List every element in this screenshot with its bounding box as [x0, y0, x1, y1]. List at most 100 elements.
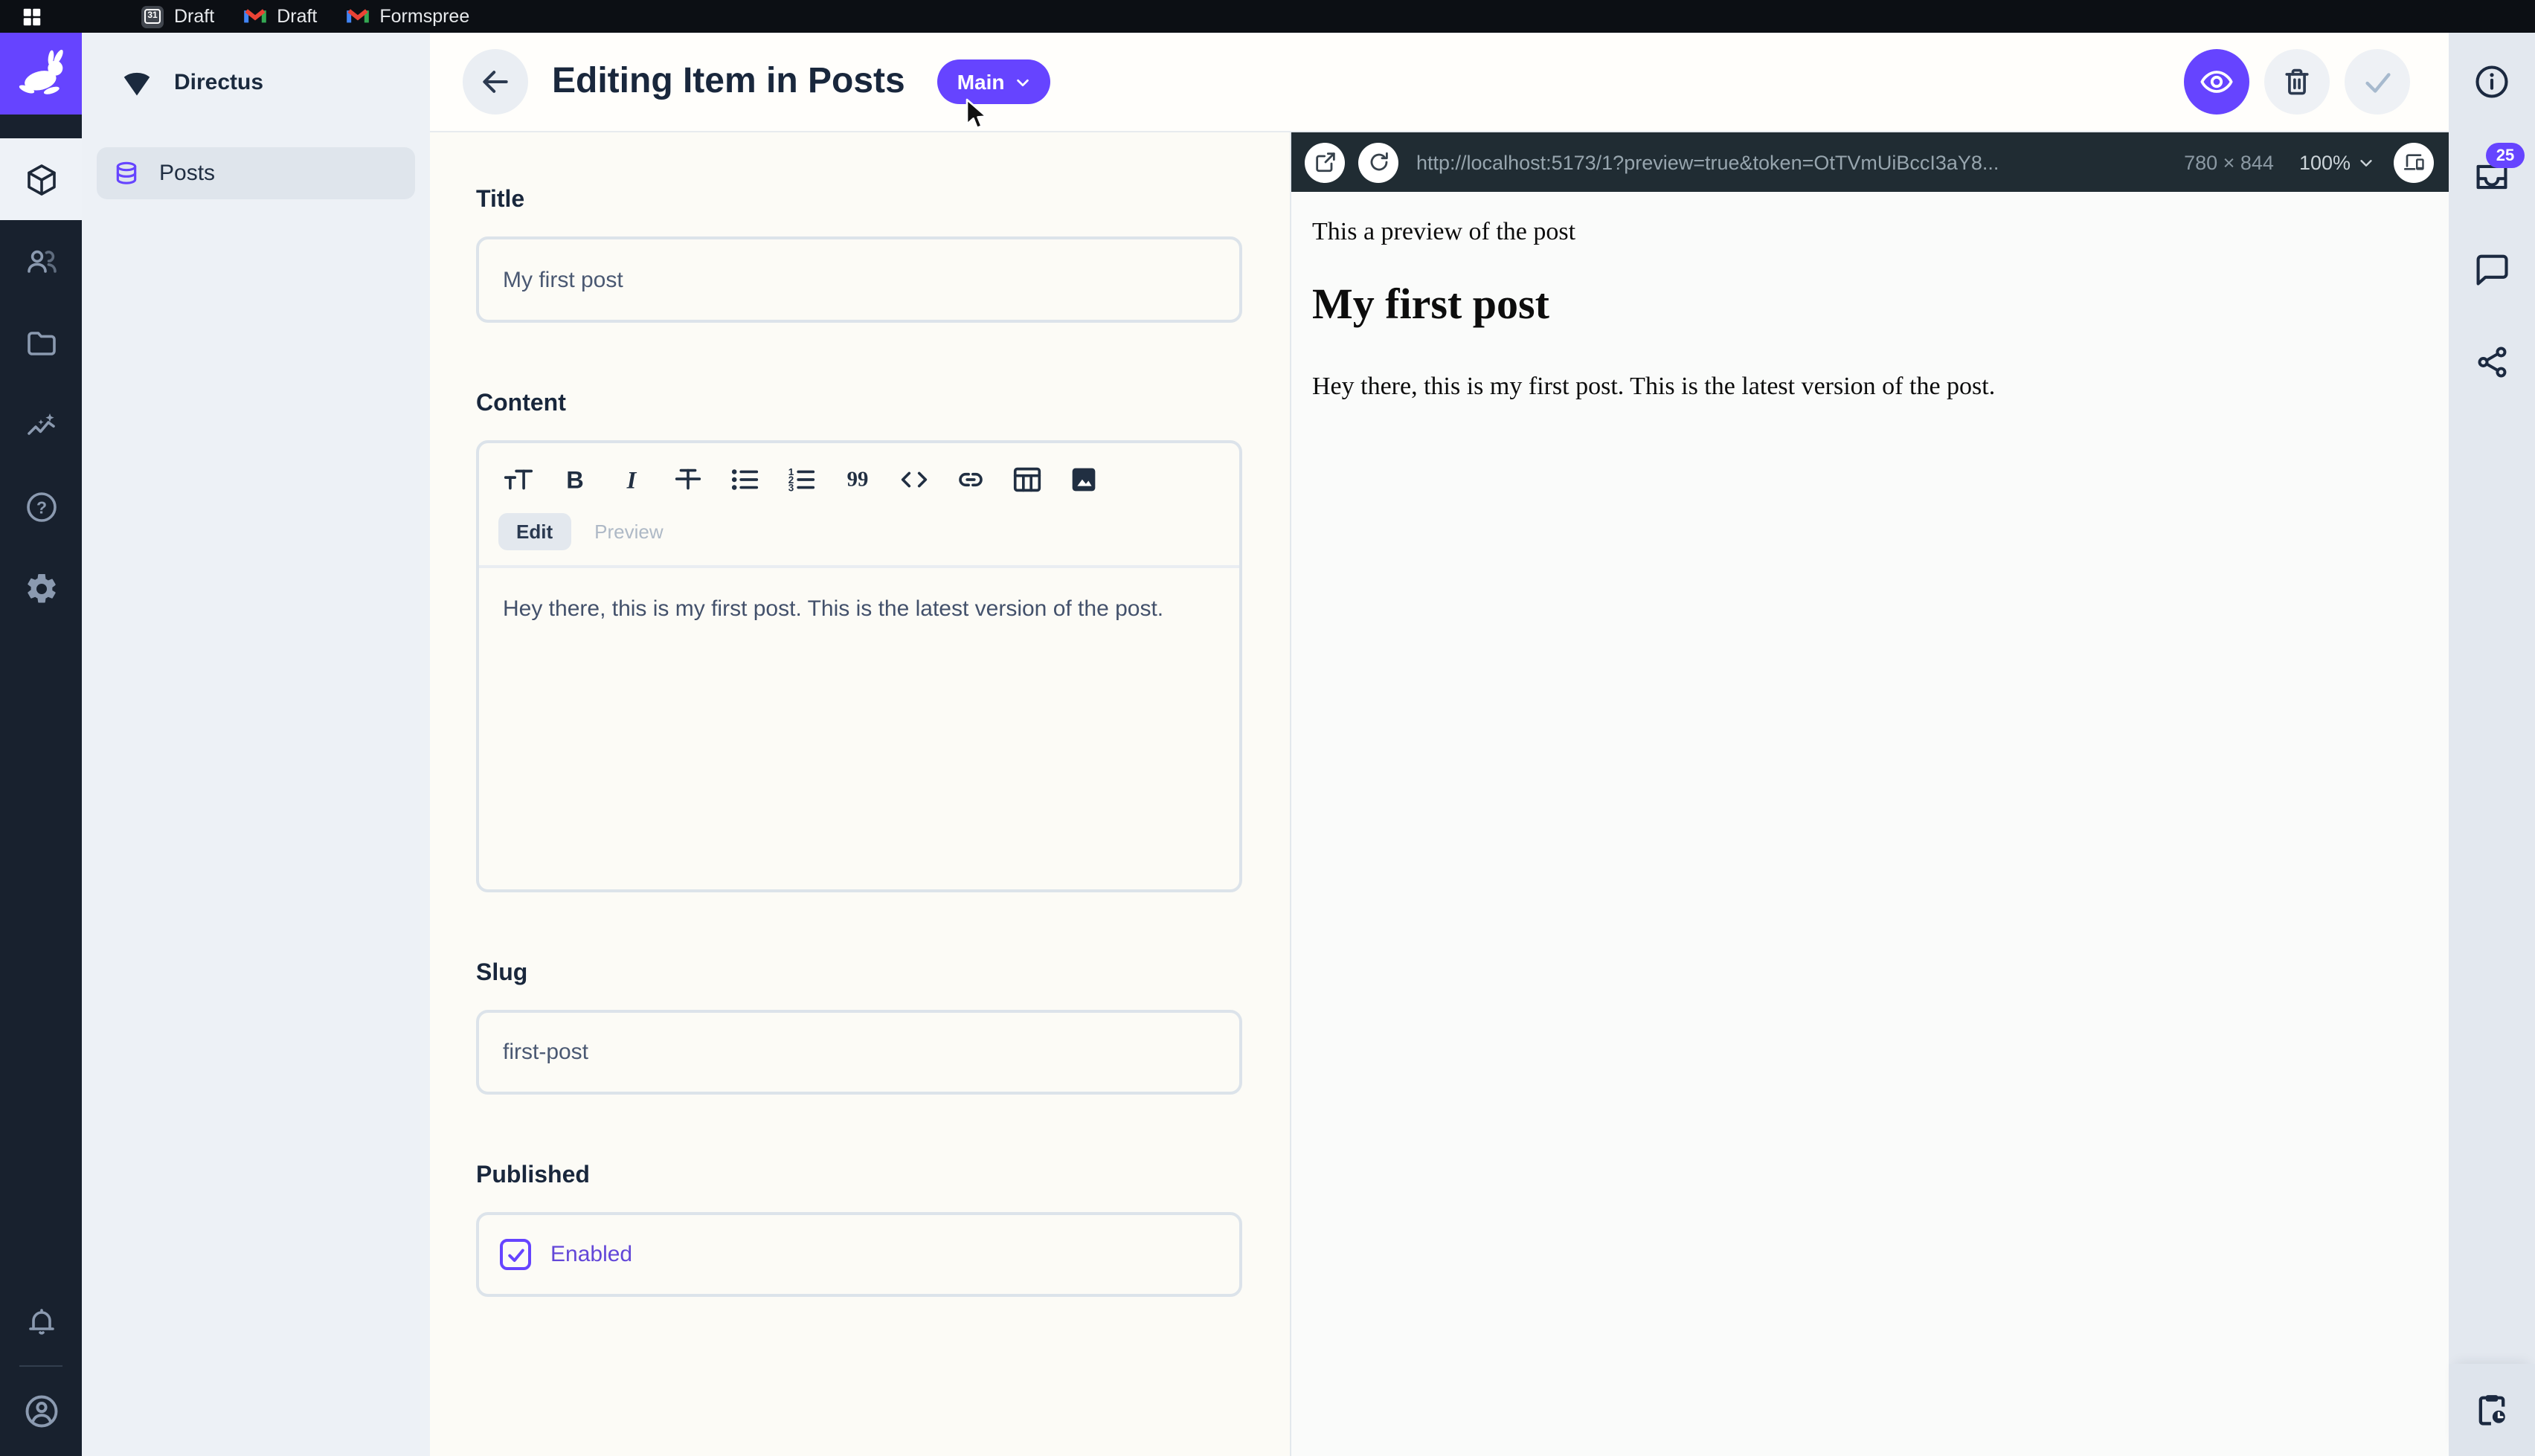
field-label: Content — [476, 391, 1242, 418]
browser-tab-draft-1[interactable]: 31 Draft — [141, 5, 214, 28]
user-menu-button[interactable] — [0, 1370, 82, 1452]
help-button[interactable]: ? — [0, 466, 82, 547]
field-published: Published Enabled — [476, 1163, 1242, 1297]
notifications-sidebar-button[interactable]: 25 — [2449, 131, 2535, 223]
content-module-icon — [23, 161, 59, 197]
back-button[interactable] — [463, 49, 528, 115]
preview-url[interactable]: http://localhost:5173/1?preview=true&tok… — [1416, 151, 2159, 173]
blockquote-icon[interactable]: 99 — [841, 463, 875, 497]
content-textarea[interactable]: Hey there, this is my first post. This i… — [479, 568, 1193, 889]
user-avatar-icon — [22, 1391, 60, 1430]
checkmark-icon — [505, 1244, 526, 1265]
slug-input[interactable]: first-post — [476, 1010, 1242, 1095]
svg-text:?: ? — [36, 497, 46, 516]
tab-grid-icon[interactable] — [21, 5, 43, 28]
directus-app-window: 31 Draft Draft Formspree — [0, 0, 2535, 1456]
clipboard-clock-icon — [2473, 1391, 2511, 1429]
item-edit-form: Title My first post Content B — [430, 132, 1290, 1456]
gmail-icon — [244, 7, 266, 25]
rabbit-icon — [11, 44, 71, 103]
navigation-sidebar: Directus Posts — [82, 33, 430, 1456]
open-in-new-icon — [1313, 150, 1337, 174]
project-name: Directus — [174, 70, 263, 95]
arrow-left-icon — [479, 65, 512, 98]
sidebar-item-label: Posts — [159, 161, 215, 186]
collection-list: Posts — [82, 132, 430, 214]
module-content[interactable] — [0, 138, 82, 220]
module-files[interactable] — [0, 302, 82, 384]
live-preview-panel: http://localhost:5173/1?preview=true&tok… — [1290, 132, 2449, 1456]
zoom-value: 100% — [2299, 151, 2351, 173]
browser-tab-draft-2[interactable]: Draft — [244, 6, 317, 27]
numbered-list-icon[interactable]: 123 — [784, 463, 818, 497]
project-fan-icon — [121, 66, 153, 99]
zoom-select[interactable]: 100% — [2299, 151, 2374, 173]
delete-button[interactable] — [2264, 49, 2330, 115]
preview-eye-button[interactable] — [2184, 49, 2249, 115]
module-rail: ? — [0, 33, 82, 1456]
published-checkbox[interactable] — [500, 1239, 531, 1270]
bulleted-list-icon[interactable] — [727, 463, 762, 497]
module-users[interactable] — [0, 220, 82, 302]
version-label: Main — [957, 70, 1005, 94]
browser-tab-strip: 31 Draft Draft Formspree — [0, 0, 2535, 33]
tab-preview[interactable]: Preview — [576, 513, 681, 550]
tab-edit[interactable]: Edit — [498, 513, 571, 550]
strikethrough-icon[interactable] — [671, 463, 705, 497]
browser-tab-label: Formspree — [379, 6, 469, 27]
comments-sidebar-button[interactable] — [2449, 223, 2535, 315]
refresh-button[interactable] — [1358, 142, 1398, 182]
help-icon: ? — [23, 489, 59, 524]
field-label: Published — [476, 1163, 1242, 1190]
gmail-icon — [347, 7, 369, 25]
field-label: Slug — [476, 961, 1242, 988]
version-dropdown[interactable]: Main — [938, 59, 1051, 104]
svg-text:B: B — [566, 467, 584, 494]
link-icon[interactable] — [954, 463, 988, 497]
markdown-editor: B I — [476, 440, 1242, 892]
insights-module-icon — [23, 407, 59, 442]
sidebar-item-posts[interactable]: Posts — [97, 147, 415, 199]
bold-icon[interactable]: B — [558, 463, 592, 497]
preview-url-bar: http://localhost:5173/1?preview=true&tok… — [1291, 132, 2449, 192]
right-sidebar: 25 — [2449, 33, 2535, 1456]
page-header: Editing Item in Posts Main — [430, 33, 2449, 132]
module-insights[interactable] — [0, 384, 82, 466]
comment-icon — [2473, 250, 2511, 289]
notifications-bell-icon — [23, 1304, 59, 1339]
image-icon[interactable] — [1067, 463, 1101, 497]
save-button[interactable] — [2345, 49, 2410, 115]
italic-icon[interactable]: I — [614, 463, 649, 497]
svg-text:3: 3 — [788, 482, 794, 493]
device-size-button[interactable] — [2394, 142, 2434, 182]
browser-tab-label: Draft — [174, 6, 214, 27]
editor-toolbar: B I — [479, 443, 1239, 510]
svg-text:99: 99 — [847, 468, 869, 492]
table-icon[interactable] — [1010, 463, 1044, 497]
info-sidebar-button[interactable] — [2449, 33, 2535, 131]
project-header[interactable]: Directus — [82, 33, 430, 132]
module-settings[interactable] — [0, 547, 82, 629]
trash-icon — [2281, 65, 2313, 98]
notification-count-badge: 25 — [2486, 143, 2525, 168]
browser-tab-formspree[interactable]: Formspree — [347, 6, 469, 27]
share-icon — [2473, 343, 2510, 380]
notifications-button[interactable] — [0, 1281, 82, 1362]
field-slug: Slug first-post — [476, 961, 1242, 1095]
field-title: Title My first post — [476, 187, 1242, 323]
field-content: Content B I — [476, 391, 1242, 892]
main-area: Editing Item in Posts Main — [430, 33, 2449, 1456]
revisions-sidebar-button[interactable] — [2449, 1364, 2535, 1456]
devices-icon — [2402, 150, 2426, 174]
preview-dimensions: 780 × 844 — [2184, 151, 2274, 173]
text-size-icon[interactable] — [501, 463, 536, 497]
info-icon — [2473, 62, 2511, 101]
eye-icon — [2199, 64, 2234, 100]
code-icon[interactable] — [897, 463, 931, 497]
share-sidebar-button[interactable] — [2449, 315, 2535, 408]
title-input[interactable]: My first post — [476, 236, 1242, 323]
chevron-down-icon — [1015, 74, 1032, 90]
preview-document: This a preview of the post My first post… — [1291, 192, 2449, 427]
directus-logo[interactable] — [0, 33, 82, 115]
open-in-new-window-button[interactable] — [1305, 142, 1345, 182]
